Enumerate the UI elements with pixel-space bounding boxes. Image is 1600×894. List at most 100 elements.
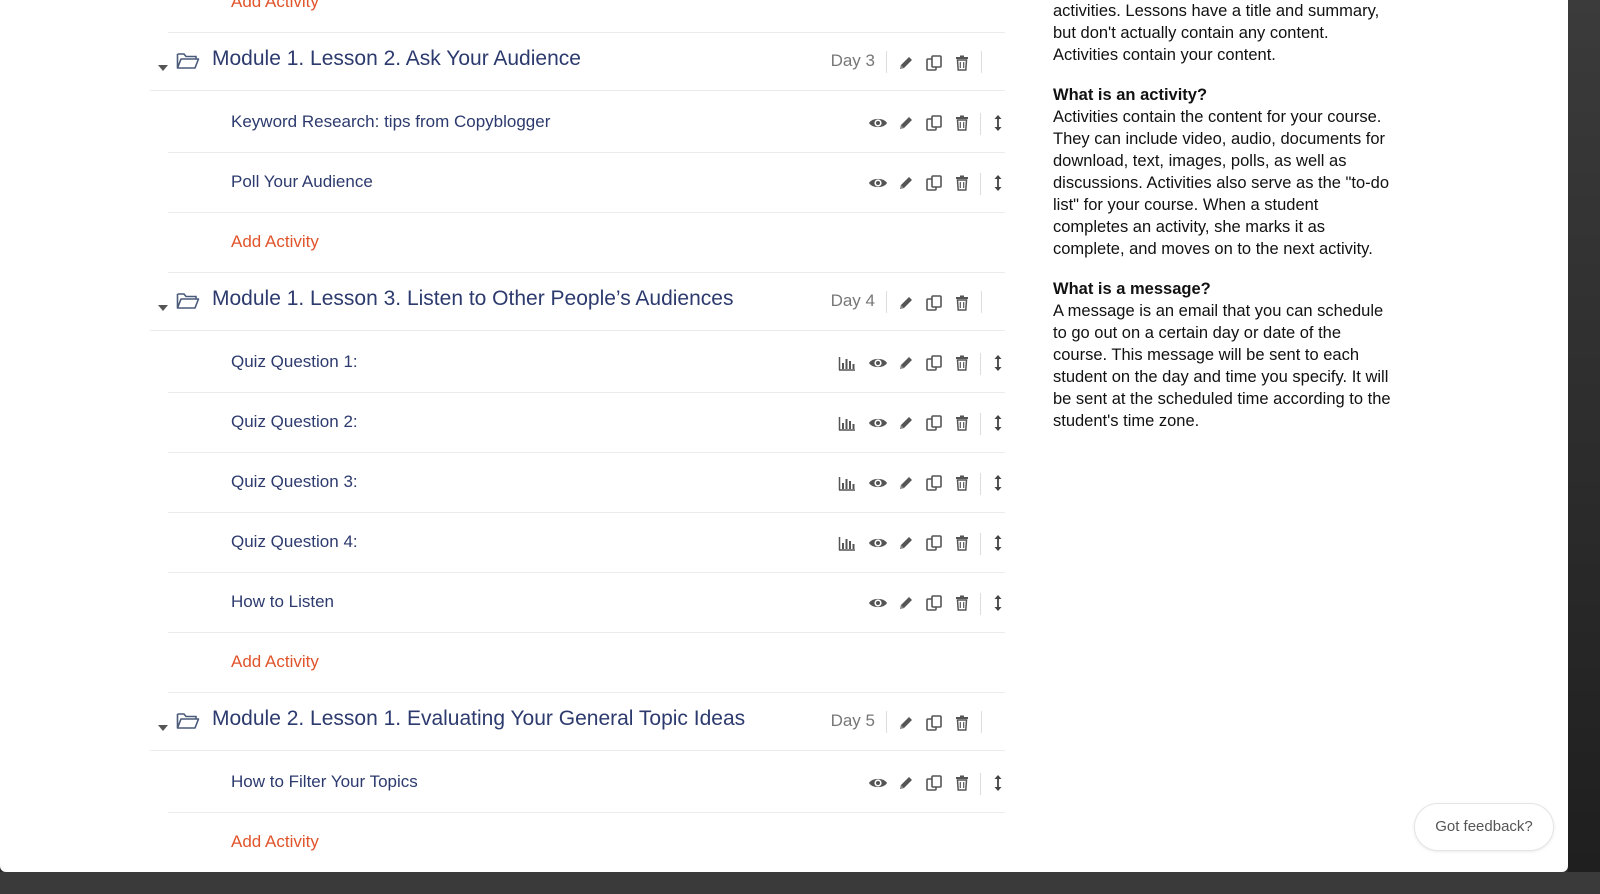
activity-stats-icon[interactable] — [837, 353, 857, 373]
help-message-heading: What is a message? — [1053, 280, 1211, 298]
preview-activity-icon[interactable] — [868, 533, 888, 553]
help-message-section: What is a message? A message is an email… — [1053, 278, 1403, 432]
delete-lesson-icon[interactable] — [952, 293, 972, 313]
preview-activity-icon[interactable] — [868, 353, 888, 373]
delete-activity-icon[interactable] — [952, 353, 972, 373]
activity-stats-icon[interactable] — [837, 533, 857, 553]
edit-activity-icon[interactable] — [896, 173, 916, 193]
delete-lesson-icon[interactable] — [952, 713, 972, 733]
lesson-title[interactable]: Module 1. Lesson 3. Listen to Other Peop… — [212, 287, 733, 311]
lesson-title[interactable]: Module 1. Lesson 2. Ask Your Audience — [212, 47, 581, 71]
edit-lesson-icon[interactable] — [896, 713, 916, 733]
delete-activity-icon[interactable] — [952, 413, 972, 433]
delete-activity-icon[interactable] — [952, 473, 972, 493]
activity-title[interactable]: Keyword Research: tips from Copyblogger — [231, 112, 550, 132]
edit-lesson-icon[interactable] — [896, 293, 916, 313]
reorder-handle-icon[interactable] — [988, 173, 1008, 193]
edit-activity-icon[interactable] — [896, 353, 916, 373]
edit-activity-icon[interactable] — [896, 773, 916, 793]
activity-title[interactable]: Poll Your Audience — [231, 172, 373, 192]
duplicate-activity-icon[interactable] — [924, 533, 944, 553]
add-activity-link[interactable]: Add Activity — [231, 0, 319, 12]
edit-lesson-icon[interactable] — [896, 53, 916, 73]
add-activity-link[interactable]: Add Activity — [231, 232, 319, 252]
delete-lesson-icon[interactable] — [952, 53, 972, 73]
lesson-title[interactable]: Module 2. Lesson 1. Evaluating Your Gene… — [212, 707, 745, 731]
add-activity-row: Add Activity — [168, 633, 1005, 693]
reorder-handle-icon[interactable] — [988, 593, 1008, 613]
activity-title[interactable]: How to Filter Your Topics — [231, 772, 418, 792]
edit-activity-icon[interactable] — [896, 413, 916, 433]
activity-title[interactable]: How to Listen — [231, 592, 334, 612]
desktop-taskbar-strip — [0, 872, 1600, 894]
help-intro-line: but don't actually contain any content. — [1053, 24, 1329, 42]
reorder-handle-icon[interactable] — [988, 773, 1008, 793]
help-activity-line: complete, and moves on to the next activ… — [1053, 240, 1373, 258]
delete-activity-icon[interactable] — [952, 533, 972, 553]
activity-title[interactable]: Quiz Question 3: — [231, 472, 358, 492]
duplicate-lesson-icon[interactable] — [924, 293, 944, 313]
add-activity-row: Add Activity — [168, 213, 1005, 273]
activity-stats-icon[interactable] — [837, 413, 857, 433]
reorder-handle-icon[interactable] — [988, 413, 1008, 433]
duplicate-activity-icon[interactable] — [924, 593, 944, 613]
duplicate-activity-icon[interactable] — [924, 473, 944, 493]
activity-row: Quiz Question 2: — [168, 393, 1005, 453]
delete-activity-icon[interactable] — [952, 593, 972, 613]
folder-open-icon[interactable] — [176, 51, 200, 71]
reorder-handle-icon[interactable] — [988, 353, 1008, 373]
preview-activity-icon[interactable] — [868, 593, 888, 613]
collapse-caret-icon[interactable] — [158, 65, 168, 71]
duplicate-activity-icon[interactable] — [924, 773, 944, 793]
edit-activity-icon[interactable] — [896, 113, 916, 133]
edit-activity-icon[interactable] — [896, 473, 916, 493]
activity-title[interactable]: Quiz Question 4: — [231, 532, 358, 552]
add-activity-link[interactable]: Add Activity — [231, 652, 319, 672]
reorder-handle-icon[interactable] — [988, 473, 1008, 493]
edit-activity-icon[interactable] — [896, 593, 916, 613]
delete-activity-icon[interactable] — [952, 173, 972, 193]
preview-activity-icon[interactable] — [868, 413, 888, 433]
activity-row: Quiz Question 4: — [168, 513, 1005, 573]
divider — [981, 711, 982, 733]
duplicate-activity-icon[interactable] — [924, 113, 944, 133]
add-activity-link[interactable]: Add Activity — [231, 832, 319, 852]
activity-title[interactable]: Quiz Question 2: — [231, 412, 358, 432]
lesson-row: Module 1. Lesson 2. Ask Your Audience Day… — [150, 31, 1005, 91]
activity-stats-icon[interactable] — [837, 473, 857, 493]
divider — [980, 173, 981, 195]
activity-row: Poll Your Audience — [168, 153, 1005, 213]
duplicate-activity-icon[interactable] — [924, 173, 944, 193]
collapse-caret-icon[interactable] — [158, 305, 168, 311]
edit-activity-icon[interactable] — [896, 533, 916, 553]
preview-activity-icon[interactable] — [868, 473, 888, 493]
activity-title[interactable]: Quiz Question 1: — [231, 352, 358, 372]
help-message-line: student's time zone. — [1053, 412, 1200, 430]
help-intro-line: Activities contain your content. — [1053, 46, 1276, 64]
folder-open-icon[interactable] — [176, 291, 200, 311]
reorder-handle-icon[interactable] — [988, 533, 1008, 553]
duplicate-activity-icon[interactable] — [924, 353, 944, 373]
collapse-caret-icon[interactable] — [158, 725, 168, 731]
divider — [980, 473, 981, 495]
activity-row: Quiz Question 3: — [168, 453, 1005, 513]
delete-activity-icon[interactable] — [952, 113, 972, 133]
preview-activity-icon[interactable] — [868, 113, 888, 133]
feedback-button[interactable]: Got feedback? — [1414, 803, 1554, 851]
divider — [886, 711, 887, 733]
preview-activity-icon[interactable] — [868, 773, 888, 793]
help-message-line: course. This message will be sent to eac… — [1053, 346, 1360, 364]
divider — [980, 413, 981, 435]
help-activity-heading: What is an activity? — [1053, 86, 1208, 104]
reorder-handle-icon[interactable] — [988, 113, 1008, 133]
help-intro-line: activities. Lessons have a title and sum… — [1053, 2, 1380, 20]
duplicate-activity-icon[interactable] — [924, 413, 944, 433]
add-activity-row: Add Activity — [168, 0, 1005, 33]
lesson-day-label: Day 4 — [830, 291, 875, 310]
duplicate-lesson-icon[interactable] — [924, 713, 944, 733]
preview-activity-icon[interactable] — [868, 173, 888, 193]
folder-open-icon[interactable] — [176, 711, 200, 731]
divider — [886, 291, 887, 313]
delete-activity-icon[interactable] — [952, 773, 972, 793]
duplicate-lesson-icon[interactable] — [924, 53, 944, 73]
